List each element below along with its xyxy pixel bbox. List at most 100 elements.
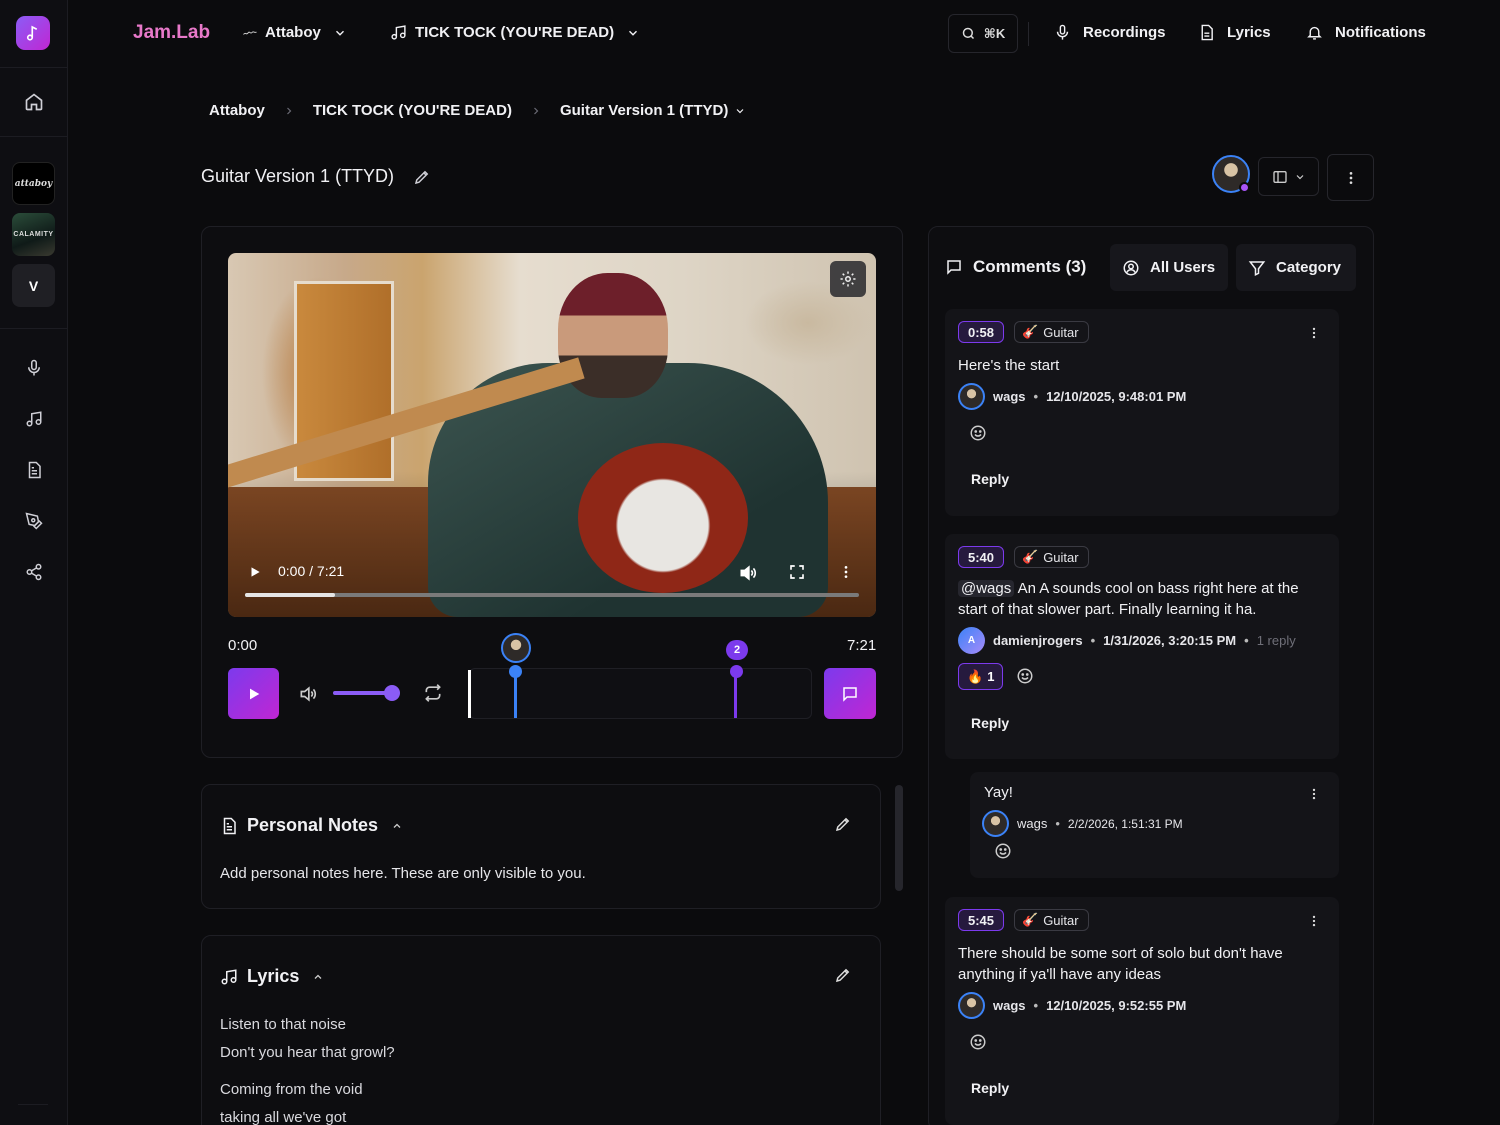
reply-button[interactable]: Reply (971, 471, 1009, 487)
edit-lyrics-button[interactable] (834, 966, 852, 984)
pen-tool-icon (25, 512, 43, 530)
video-player[interactable]: 0:00 / 7:21 (228, 253, 876, 617)
vertical-dots-icon (1312, 788, 1316, 800)
lyrics-nav-button[interactable] (19, 455, 49, 485)
scrollbar-thumb[interactable] (895, 785, 903, 891)
comment-icon (947, 260, 961, 275)
comment-mention[interactable]: @wags (958, 580, 1015, 597)
music-note-logo-icon (26, 25, 38, 41)
home-button[interactable] (19, 87, 49, 117)
category-filter-button[interactable]: Category (1236, 244, 1356, 291)
layout-toggle-button[interactable] (1258, 157, 1319, 196)
reply-menu-button[interactable] (1307, 786, 1321, 802)
comment-timestamp-badge[interactable]: 5:45 (958, 909, 1005, 931)
recordings-link-label: Recordings (1083, 24, 1166, 41)
speaker-icon (300, 686, 316, 702)
timeline-marker-handle[interactable] (509, 665, 522, 678)
topbar-divider (1028, 22, 1029, 46)
project-thumb-label: V (28, 277, 39, 294)
video-fullscreen-button[interactable] (788, 563, 806, 581)
lyrics-link[interactable]: Lyrics (1198, 24, 1271, 41)
video-settings-button[interactable] (830, 261, 866, 297)
comment-text: Here's the start (958, 357, 1060, 374)
comment-menu-button[interactable] (1307, 325, 1321, 341)
volume-slider-handle[interactable] (384, 685, 400, 701)
lyric-line: Don't you hear that growl? (220, 1044, 395, 1061)
avatar[interactable] (958, 383, 985, 410)
more-options-button[interactable] (1327, 154, 1374, 201)
draw-nav-button[interactable] (19, 506, 49, 536)
comment-author[interactable]: wags (993, 389, 1026, 404)
mute-button[interactable] (298, 684, 318, 704)
pencil-icon (835, 817, 850, 832)
video-mute-button[interactable] (738, 563, 758, 583)
video-progress-track[interactable] (245, 593, 859, 597)
edit-notes-button[interactable] (834, 815, 852, 833)
comment-timestamp-badge[interactable]: 5:40 (958, 546, 1005, 568)
comment-timestamp-badge[interactable]: 0:58 (958, 321, 1005, 343)
breadcrumb-item[interactable]: Attaboy (209, 102, 265, 119)
project-thumb-attaboy[interactable]: attaboy (12, 162, 55, 205)
rail-divider (0, 136, 68, 137)
recordings-nav-button[interactable] (19, 353, 49, 383)
app-logo[interactable] (16, 16, 50, 50)
comment-meta: wags • 12/10/2025, 9:52:55 PM (958, 992, 1186, 1019)
project-thumb-calamity[interactable]: CALAMITY (12, 213, 55, 256)
vertical-dots-icon (1349, 171, 1352, 184)
reaction-chip[interactable]: 🔥 1 (958, 663, 1004, 690)
rail-divider (0, 67, 68, 68)
breadcrumb-current[interactable]: Guitar Version 1 (TTYD) (560, 102, 746, 119)
reaction-count: 1 (987, 669, 995, 684)
edit-title-button[interactable] (413, 168, 431, 186)
lyrics-header[interactable]: Lyrics (220, 966, 324, 987)
reply-button[interactable]: Reply (971, 1080, 1009, 1096)
reply-button[interactable]: Reply (971, 715, 1009, 731)
song-selector[interactable]: TICK TOCK (YOU'RE DEAD) (390, 24, 640, 41)
avatar[interactable]: A (958, 627, 985, 654)
video-menu-button[interactable] (838, 563, 854, 581)
project-selector[interactable]: Attaboy (243, 24, 347, 41)
reply-text: Yay! (984, 784, 1013, 801)
all-users-filter-button[interactable]: All Users (1110, 244, 1228, 291)
comment-author[interactable]: wags (993, 998, 1026, 1013)
add-comment-button[interactable] (824, 668, 876, 719)
reply-author[interactable]: wags (1017, 816, 1047, 831)
music-note-icon (221, 968, 237, 984)
notifications-link[interactable]: Notifications (1306, 24, 1426, 41)
reply-count[interactable]: 1 reply (1257, 633, 1296, 648)
avatar[interactable] (982, 810, 1009, 837)
recordings-link[interactable]: Recordings (1054, 24, 1166, 41)
add-reaction-button[interactable] (969, 1033, 987, 1051)
project-thumb-v[interactable]: V (12, 264, 55, 307)
comment-category-badge: 🎸 Guitar (1014, 546, 1089, 568)
timeline-marker-count[interactable]: 2 (726, 640, 748, 660)
timeline-marker-handle[interactable] (730, 665, 743, 678)
timeline-marker-avatar[interactable] (501, 633, 531, 663)
timeline-playhead[interactable] (468, 670, 471, 718)
lyrics-title: Lyrics (247, 966, 300, 986)
search-icon (962, 27, 974, 40)
user-avatar[interactable] (1212, 155, 1250, 193)
add-reaction-button[interactable] (969, 424, 987, 442)
loop-button[interactable] (423, 683, 443, 703)
chevron-down-icon (1296, 174, 1303, 179)
reply-meta: wags • 2/2/2026, 1:51:31 PM (982, 810, 1183, 837)
comment-menu-button[interactable] (1307, 913, 1321, 929)
breadcrumb-item[interactable]: TICK TOCK (YOU'RE DEAD) (313, 102, 512, 119)
songs-nav-button[interactable] (19, 404, 49, 434)
video-play-button[interactable] (248, 565, 262, 579)
vertical-dots-icon (1312, 327, 1316, 339)
comment-category-label: Guitar (1043, 912, 1079, 928)
comments-header: Comments (3) (945, 257, 1086, 277)
pencil-icon (835, 968, 850, 983)
add-reaction-button[interactable] (994, 842, 1012, 860)
share-nav-button[interactable] (19, 557, 49, 587)
personal-notes-header[interactable]: Personal Notes (220, 815, 403, 836)
comment-author[interactable]: damienjrogers (993, 633, 1083, 648)
brand-logo[interactable]: Jam.Lab (133, 22, 210, 44)
guitar-icon: 🎸 (1022, 912, 1039, 927)
add-reaction-button[interactable] (1016, 667, 1034, 685)
search-button[interactable]: ⌘K (948, 14, 1018, 53)
avatar[interactable] (958, 992, 985, 1019)
play-button[interactable] (228, 668, 279, 719)
